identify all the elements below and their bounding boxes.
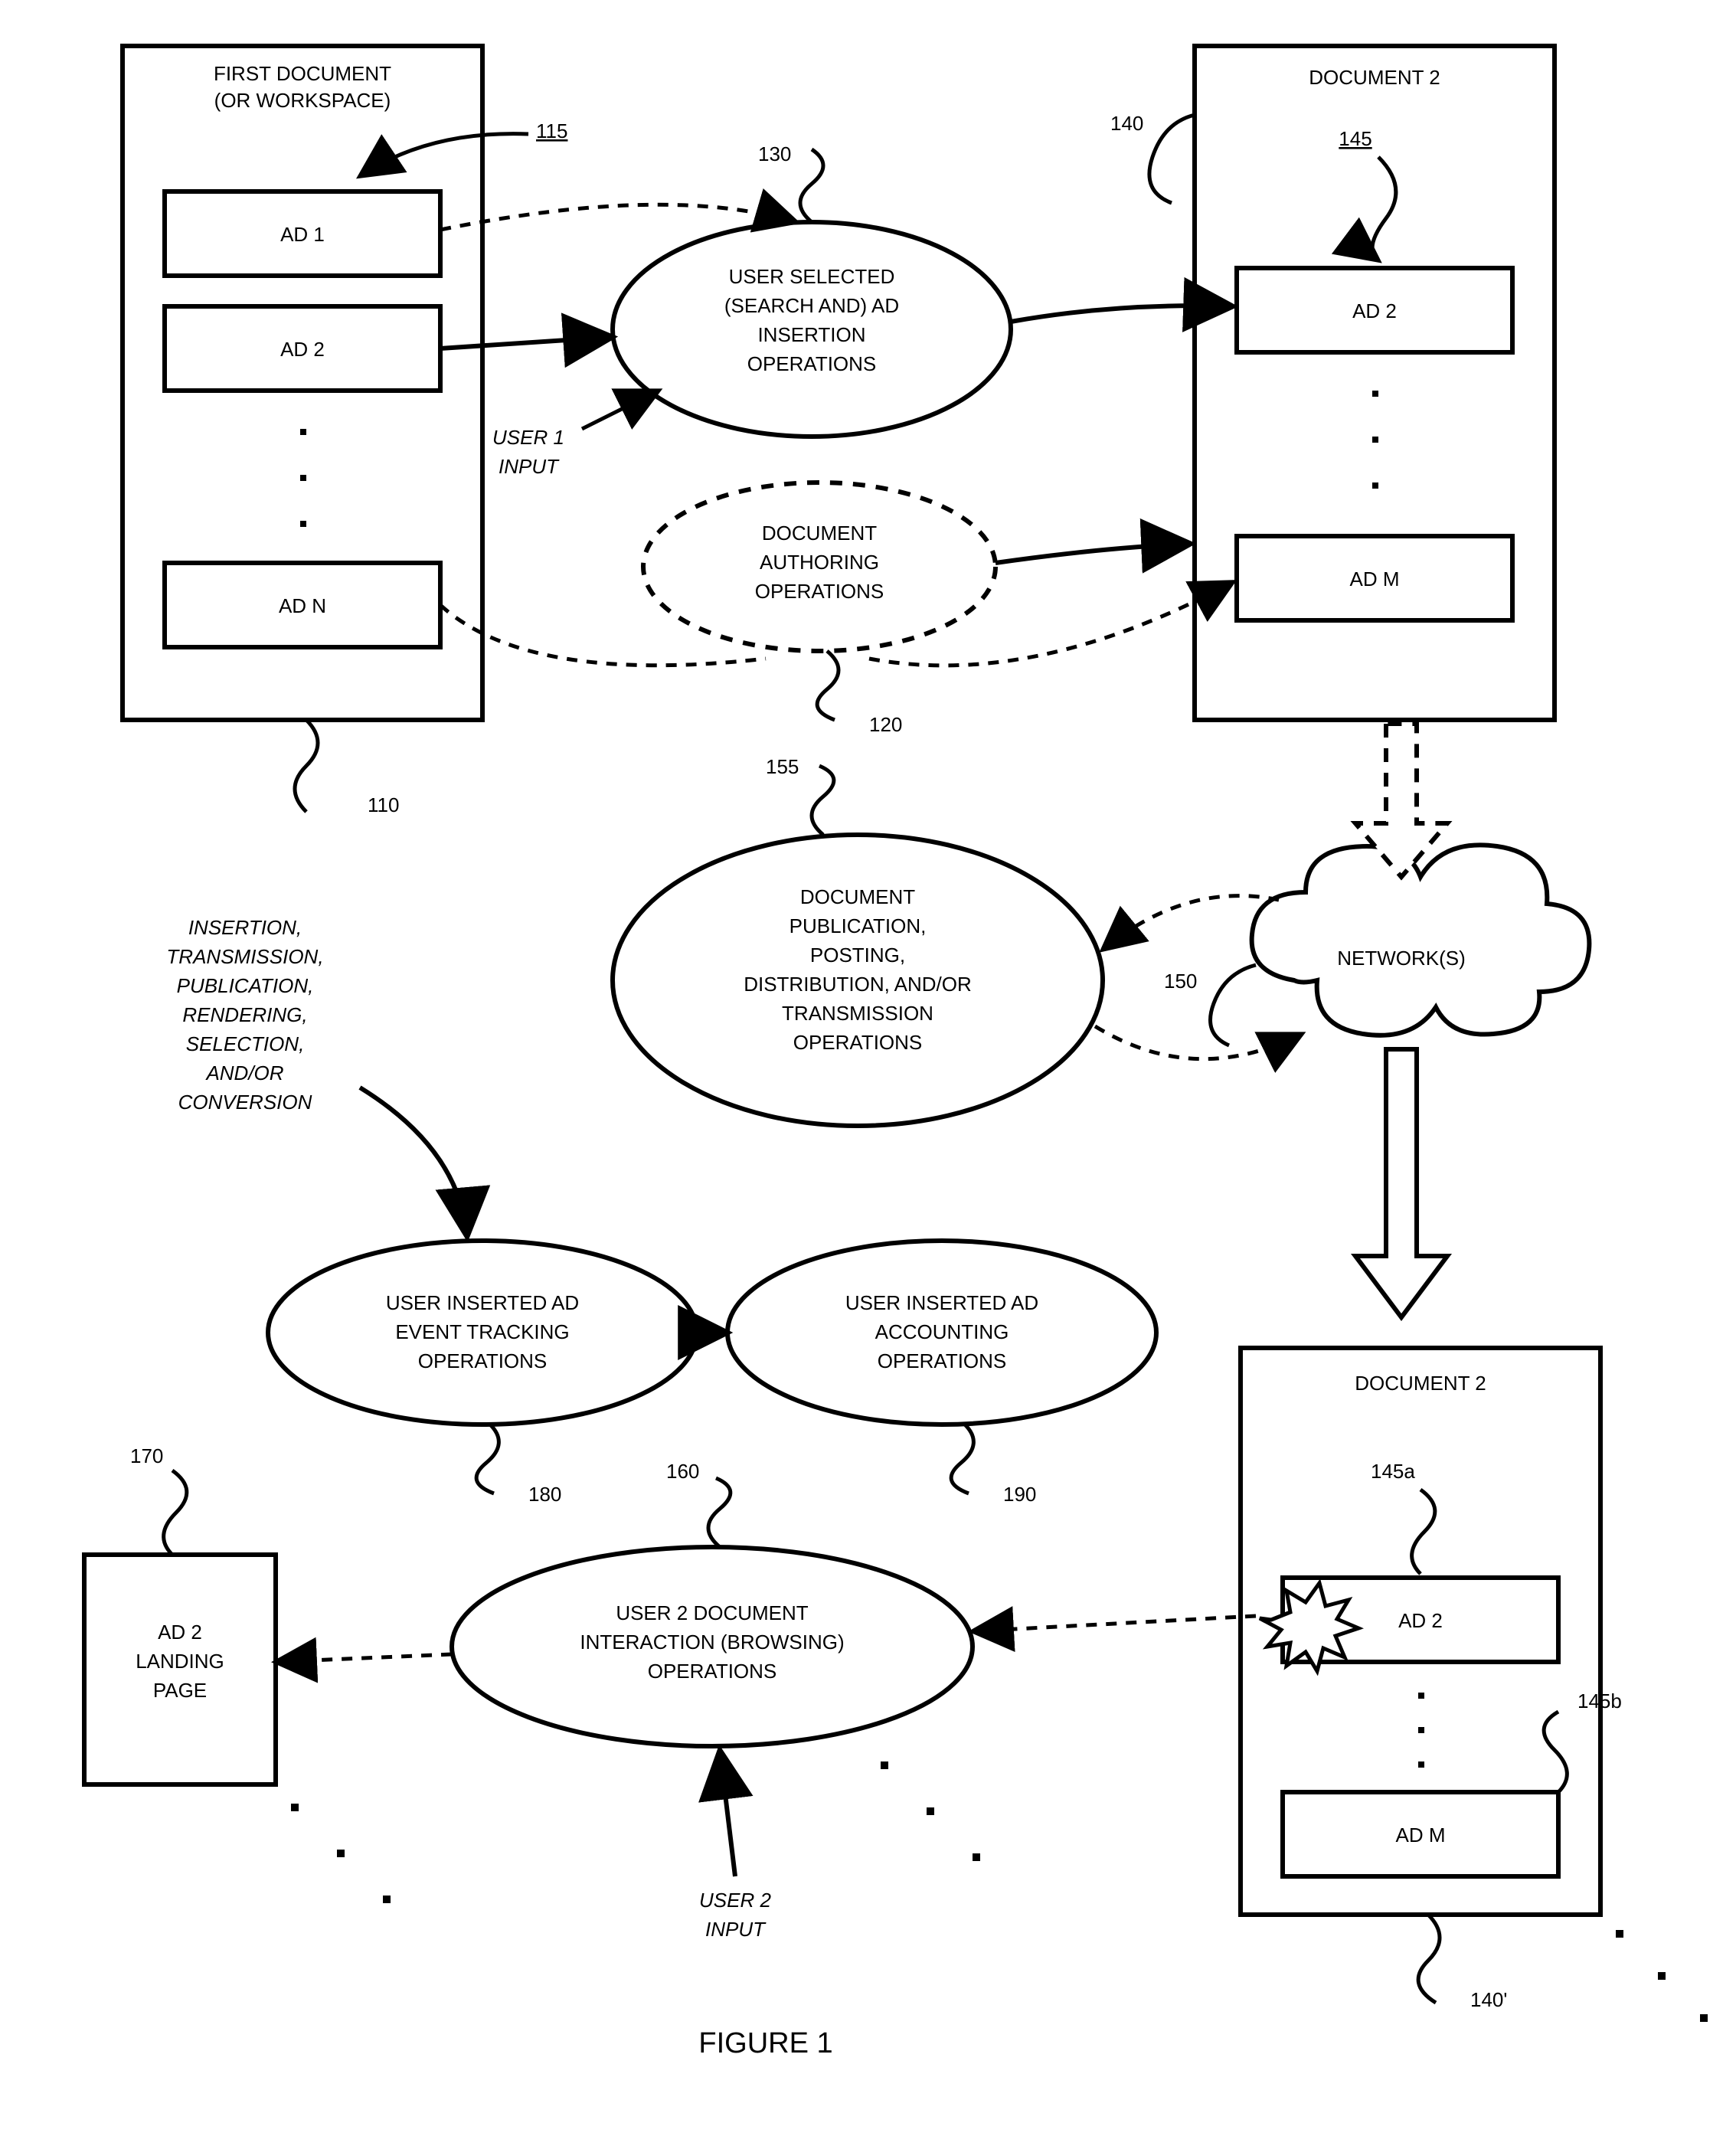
svg-text:ACCOUNTING: ACCOUNTING (875, 1320, 1009, 1343)
accounting-oval: USER INSERTED AD ACCOUNTING OPERATIONS (727, 1241, 1156, 1425)
svg-text:OPERATIONS: OPERATIONS (755, 580, 884, 603)
publication-oval: DOCUMENT PUBLICATION, POSTING, DISTRIBUT… (613, 835, 1103, 1126)
svg-text:AUTHORING: AUTHORING (760, 551, 879, 574)
svg-text:OPERATIONS: OPERATIONS (793, 1031, 923, 1054)
svg-text:USER INSERTED AD: USER INSERTED AD (386, 1291, 579, 1314)
ref-155: 155 (766, 755, 799, 778)
svg-text:(SEARCH AND) AD: (SEARCH AND) AD (724, 294, 899, 317)
doc2top-title: DOCUMENT 2 (1309, 66, 1440, 89)
browsing-oval: USER 2 DOCUMENT INTERACTION (BROWSING) O… (452, 1547, 973, 1746)
svg-text:INSERTION,: INSERTION, (188, 916, 302, 939)
svg-text:PUBLICATION,: PUBLICATION, (177, 974, 314, 997)
svg-text:USER 1: USER 1 (492, 426, 564, 449)
ref-180: 180 (528, 1483, 561, 1506)
ref-150: 150 (1164, 970, 1197, 993)
svg-text:DISTRIBUTION, AND/OR: DISTRIBUTION, AND/OR (744, 973, 972, 996)
network-label: NETWORK(S) (1337, 947, 1466, 970)
starburst-icon (1260, 1583, 1358, 1671)
tracking-oval: USER INSERTED AD EVENT TRACKING OPERATIO… (268, 1241, 697, 1425)
first-doc-title1: FIRST DOCUMENT (214, 62, 391, 85)
first-doc-title2: (OR WORKSPACE) (214, 89, 391, 112)
svg-text:LANDING: LANDING (136, 1650, 224, 1673)
svg-text:INPUT: INPUT (499, 455, 560, 478)
svg-text:TRANSMISSION: TRANSMISSION (782, 1002, 933, 1025)
svg-text:AD M: AD M (1396, 1824, 1446, 1847)
user2-input-label: USER 2 INPUT (699, 1889, 771, 1941)
svg-text:OPERATIONS: OPERATIONS (878, 1349, 1007, 1372)
ad2-label: AD 2 (280, 338, 325, 361)
arrow-network-to-doc2b (1355, 1049, 1447, 1317)
ref-110: 110 (368, 793, 399, 816)
svg-text:INPUT: INPUT (705, 1918, 767, 1941)
ref-140: 140 (1110, 112, 1143, 135)
svg-text:USER INSERTED AD: USER INSERTED AD (845, 1291, 1038, 1314)
ref-160: 160 (666, 1460, 699, 1483)
figure-title: FIGURE 1 (698, 2027, 832, 2059)
ref-145a: 145a (1371, 1460, 1415, 1483)
arrow-doc2-to-network (1355, 724, 1447, 877)
ref-145: 145 (1339, 127, 1371, 150)
user1-input-label: USER 1 INPUT (492, 426, 564, 478)
insertion-oval: USER SELECTED (SEARCH AND) AD INSERTION … (613, 222, 1011, 437)
svg-text:INSERTION: INSERTION (757, 323, 865, 346)
svg-text:RENDERING,: RENDERING, (182, 1003, 307, 1026)
events-label: INSERTION, TRANSMISSION, PUBLICATION, RE… (166, 916, 323, 1114)
svg-text:DOCUMENT 2: DOCUMENT 2 (1355, 1372, 1486, 1395)
landing-page-box: AD 2 LANDING PAGE (84, 1555, 276, 1784)
svg-text:DOCUMENT: DOCUMENT (762, 522, 877, 545)
ref-170: 170 (130, 1444, 163, 1467)
svg-text:DOCUMENT: DOCUMENT (800, 885, 915, 908)
svg-text:AND/OR: AND/OR (204, 1061, 283, 1084)
ref-130: 130 (758, 142, 791, 165)
svg-text:EVENT TRACKING: EVENT TRACKING (395, 1320, 569, 1343)
svg-text:INTERACTION (BROWSING): INTERACTION (BROWSING) (580, 1631, 844, 1654)
svg-text:USER 2: USER 2 (699, 1889, 771, 1912)
svg-text:TRANSMISSION,: TRANSMISSION, (166, 945, 323, 968)
svg-text:CONVERSION: CONVERSION (178, 1091, 312, 1114)
ref-140p: 140' (1470, 1988, 1507, 2011)
svg-text:PAGE: PAGE (153, 1679, 207, 1702)
ref-145b: 145b (1577, 1690, 1622, 1712)
svg-text:USER 2 DOCUMENT: USER 2 DOCUMENT (616, 1601, 808, 1624)
ref-120: 120 (869, 713, 902, 736)
network-cloud: NETWORK(S) (1252, 845, 1590, 1035)
svg-text:USER SELECTED: USER SELECTED (729, 265, 895, 288)
figure-1-diagram: FIRST DOCUMENT (OR WORKSPACE) AD 1 AD 2 … (0, 0, 1736, 2136)
svg-text:POSTING,: POSTING, (810, 944, 905, 967)
ad1-label: AD 1 (280, 223, 325, 246)
document2-top-box: DOCUMENT 2 AD 2 AD M (1195, 46, 1555, 720)
svg-text:PUBLICATION,: PUBLICATION, (790, 914, 927, 937)
ref-190: 190 (1003, 1483, 1036, 1506)
svg-text:SELECTION,: SELECTION, (186, 1032, 305, 1055)
adn-label: AD N (279, 594, 326, 617)
svg-text:OPERATIONS: OPERATIONS (648, 1660, 777, 1683)
authoring-oval: DOCUMENT AUTHORING OPERATIONS (643, 482, 996, 651)
svg-text:AD 2: AD 2 (158, 1621, 202, 1644)
doc2top-adm: AD M (1350, 568, 1400, 590)
ref-115: 115 (536, 119, 567, 142)
svg-text:AD 2: AD 2 (1398, 1609, 1443, 1632)
first-document-box: FIRST DOCUMENT (OR WORKSPACE) AD 1 AD 2 … (123, 46, 482, 720)
doc2top-ad2: AD 2 (1352, 299, 1397, 322)
svg-text:OPERATIONS: OPERATIONS (747, 352, 877, 375)
svg-text:OPERATIONS: OPERATIONS (418, 1349, 548, 1372)
